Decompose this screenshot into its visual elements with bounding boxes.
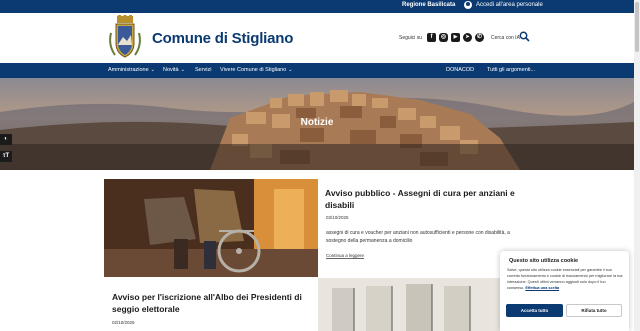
accept-all-button[interactable]: Accetta tutto bbox=[506, 304, 563, 317]
whatsapp-icon[interactable]: ✆ bbox=[475, 33, 484, 42]
contrast-toggle-icon[interactable]: ◐ bbox=[0, 134, 12, 145]
nav-item-novita[interactable]: Novità ⌄ bbox=[163, 67, 185, 73]
telegram-icon[interactable]: ➤ bbox=[463, 33, 472, 42]
social-links: f ◎ ▶ ➤ ✆ bbox=[427, 33, 484, 42]
reject-all-button[interactable]: Rifiuta tutto bbox=[566, 304, 622, 317]
site-header: Comune di Stigliano Seguici su f ◎ ▶ ➤ ✆… bbox=[0, 13, 640, 63]
main-navbar: Amministrazione ⌄ Novità ⌄ Servizi Vivere … bbox=[0, 63, 640, 78]
login-label: Accedi all'area personale bbox=[476, 2, 543, 8]
news-date: 02/10/2025 bbox=[112, 320, 135, 325]
news-image-seggio[interactable] bbox=[318, 278, 518, 331]
chevron-down-icon: ⌄ bbox=[288, 67, 293, 73]
login-link[interactable]: Accedi all'area personale bbox=[464, 1, 543, 9]
user-icon bbox=[464, 1, 472, 9]
news-date: 03/10/2025 bbox=[326, 215, 349, 220]
nav-item-label: Novità bbox=[163, 67, 179, 73]
news-photo-wheelchair bbox=[104, 179, 318, 277]
read-more-link[interactable]: Continua a leggere bbox=[326, 253, 365, 259]
nav-item-label: Servizi bbox=[195, 67, 212, 73]
nav-item-amministrazione[interactable]: Amministrazione ⌄ bbox=[108, 67, 155, 73]
instagram-icon[interactable]: ◎ bbox=[439, 33, 448, 42]
page-scrollbar[interactable] bbox=[634, 0, 640, 331]
facebook-icon[interactable]: f bbox=[427, 33, 436, 42]
nav-item-donacod[interactable]: DONACOD bbox=[446, 67, 474, 73]
site-title[interactable]: Comune di Stigliano bbox=[152, 30, 293, 47]
news-excerpt: assegni di cura e voucher per anziani no… bbox=[326, 230, 510, 244]
search-label[interactable]: Cerca con IA bbox=[491, 35, 520, 41]
cookie-title: Questo sito utilizza cookie bbox=[509, 258, 579, 264]
top-bar: Regione Basilicata Accedi all'area perso… bbox=[0, 0, 640, 13]
chevron-down-icon: ⌄ bbox=[150, 67, 155, 73]
page-title: Notizie bbox=[300, 117, 334, 128]
follow-label: Seguici su bbox=[399, 35, 423, 41]
region-link[interactable]: Regione Basilicata bbox=[402, 2, 455, 8]
cookie-consent-dialog: Questo sito utilizza cookie Salve, quest… bbox=[500, 251, 629, 331]
cookie-choice-link[interactable]: Effettua una scelta bbox=[525, 286, 559, 290]
municipal-crest-logo[interactable] bbox=[106, 15, 144, 61]
nav-item-servizi[interactable]: Servizi bbox=[195, 67, 212, 73]
chevron-down-icon: ⌄ bbox=[180, 67, 185, 73]
nav-item-label: Vivere Comune di Stigliano bbox=[220, 67, 287, 73]
text-size-icon[interactable]: τT bbox=[0, 151, 12, 162]
news-title[interactable]: Avviso pubblico - Assegni di cura per an… bbox=[325, 187, 525, 211]
hero-banner: Notizie ◐ τT bbox=[0, 78, 634, 170]
youtube-icon[interactable]: ▶ bbox=[451, 33, 460, 42]
search-icon[interactable] bbox=[519, 31, 530, 42]
news-title[interactable]: Avviso per l'iscrizione all'Albo dei Pre… bbox=[112, 291, 312, 315]
cookie-text: Salve, questo sito utilizza cookie essen… bbox=[507, 267, 623, 291]
nav-item-vivere[interactable]: Vivere Comune di Stigliano ⌄ bbox=[220, 67, 292, 73]
news-image-assegni[interactable] bbox=[104, 179, 318, 277]
nav-item-tutti-argomenti[interactable]: Tutti gli argomenti... bbox=[487, 67, 535, 73]
scrollbar-thumb[interactable] bbox=[635, 2, 639, 52]
news-photo-voting-booths bbox=[318, 278, 518, 331]
nav-item-label: Amministrazione bbox=[108, 67, 149, 73]
